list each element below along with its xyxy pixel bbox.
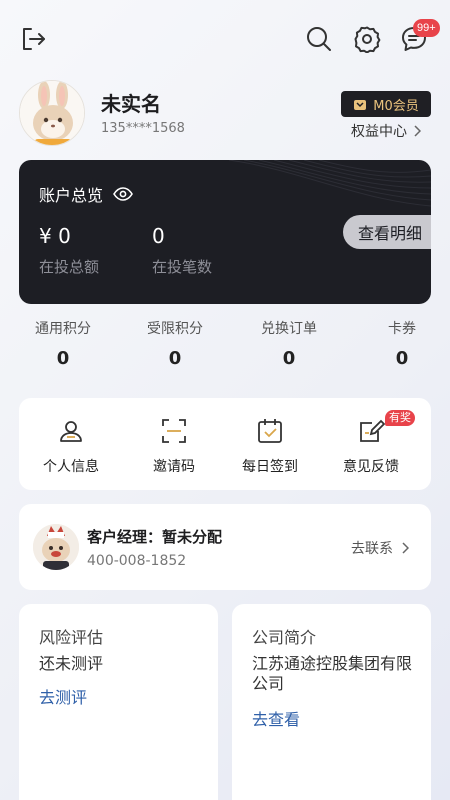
account-overview-card: 账户总览 ¥ 0 在投总额 0 在投笔数 查看明细 <box>19 160 431 304</box>
feedback-edit-icon <box>360 419 385 442</box>
phone-number: 135****1568 <box>101 121 185 136</box>
manager-phone[interactable]: 400-008-1852 <box>87 553 186 569</box>
points-row: 通用积分 0 受限积分 0 兑换订单 0 卡券 0 <box>19 318 431 380</box>
profile-section: 未实名 135****1568 M0会员 权益中心 <box>0 80 450 150</box>
account-overview-header: 账户总览 <box>39 182 133 206</box>
chevron-right-icon <box>414 125 421 137</box>
points-value: 0 <box>168 348 182 369</box>
manager-title: 客户经理：暂未分配 <box>87 528 223 546</box>
member-level-label: M0会员 <box>373 98 419 114</box>
notification-badge: 99+ <box>413 19 440 37</box>
rabbit-avatar-icon <box>20 81 84 145</box>
mascot-avatar-icon <box>33 524 79 570</box>
eye-icon[interactable] <box>113 187 133 201</box>
quick-action-label: 每日签到 <box>242 459 298 475</box>
quick-action-label: 个人信息 <box>43 459 99 475</box>
points-value: 0 <box>56 348 70 369</box>
search-icon[interactable] <box>304 24 334 54</box>
investment-count-value: 0 <box>152 224 165 248</box>
chevron-right-icon <box>402 542 409 554</box>
risk-assessment-card: 风险评估 还未测评 去测评 <box>19 604 218 800</box>
exchange-orders-item[interactable]: 兑换订单 0 <box>244 318 334 369</box>
personal-info-button[interactable]: 个人信息 <box>26 416 116 476</box>
settings-gear-icon[interactable] <box>352 24 382 54</box>
risk-assessment-title: 风险评估 <box>39 628 104 647</box>
points-label: 兑换订单 <box>261 321 317 337</box>
contact-label: 去联系 <box>351 541 393 557</box>
logout-icon[interactable] <box>18 24 48 54</box>
user-icon <box>60 421 82 442</box>
account-overview-title: 账户总览 <box>39 186 104 205</box>
top-bar: 99+ <box>0 0 450 80</box>
points-value: 0 <box>395 348 409 369</box>
general-points-item[interactable]: 通用积分 0 <box>18 318 108 369</box>
scan-icon <box>162 419 186 443</box>
account-manager-card: 客户经理：暂未分配 400-008-1852 去联系 <box>19 504 431 590</box>
prize-badge: 有奖 <box>385 410 415 426</box>
company-name: 江苏通途控股集团有限公司 <box>252 654 413 693</box>
points-label: 通用积分 <box>35 321 91 337</box>
take-assessment-link[interactable]: 去测评 <box>39 684 87 708</box>
benefit-center-link[interactable]: 权益中心 <box>351 121 421 141</box>
points-label: 卡券 <box>388 321 416 337</box>
invite-code-button[interactable]: 邀请码 <box>129 416 219 476</box>
crown-box-icon <box>354 100 367 110</box>
company-intro-card: 公司简介 江苏通途控股集团有限公司 去查看 <box>232 604 431 800</box>
total-investment-value: ¥ 0 <box>39 224 71 248</box>
restricted-points-item[interactable]: 受限积分 0 <box>130 318 220 369</box>
daily-checkin-button[interactable]: 每日签到 <box>225 416 315 476</box>
manager-avatar <box>33 524 79 570</box>
quick-action-label: 意见反馈 <box>343 459 399 475</box>
investment-count-label: 在投笔数 <box>152 258 213 276</box>
points-label: 受限积分 <box>147 321 203 337</box>
points-value: 0 <box>282 348 296 369</box>
coupons-item[interactable]: 卡券 0 <box>357 318 447 369</box>
view-details-button[interactable]: 查看明细 <box>343 215 431 249</box>
member-level-badge[interactable]: M0会员 <box>341 91 431 117</box>
calendar-check-icon <box>258 419 282 443</box>
quick-action-label: 邀请码 <box>153 459 195 475</box>
quick-actions-card: 个人信息 邀请码 每日签到 意见反馈 有奖 <box>19 398 431 490</box>
benefit-center-label: 权益中心 <box>351 124 407 140</box>
view-company-link[interactable]: 去查看 <box>252 706 300 730</box>
avatar[interactable] <box>19 80 85 146</box>
total-investment-label: 在投总额 <box>39 258 100 276</box>
username: 未实名 <box>101 92 161 116</box>
company-intro-title: 公司简介 <box>252 628 317 647</box>
contact-manager-link[interactable]: 去联系 <box>351 538 409 558</box>
risk-assessment-status: 还未测评 <box>39 654 104 673</box>
